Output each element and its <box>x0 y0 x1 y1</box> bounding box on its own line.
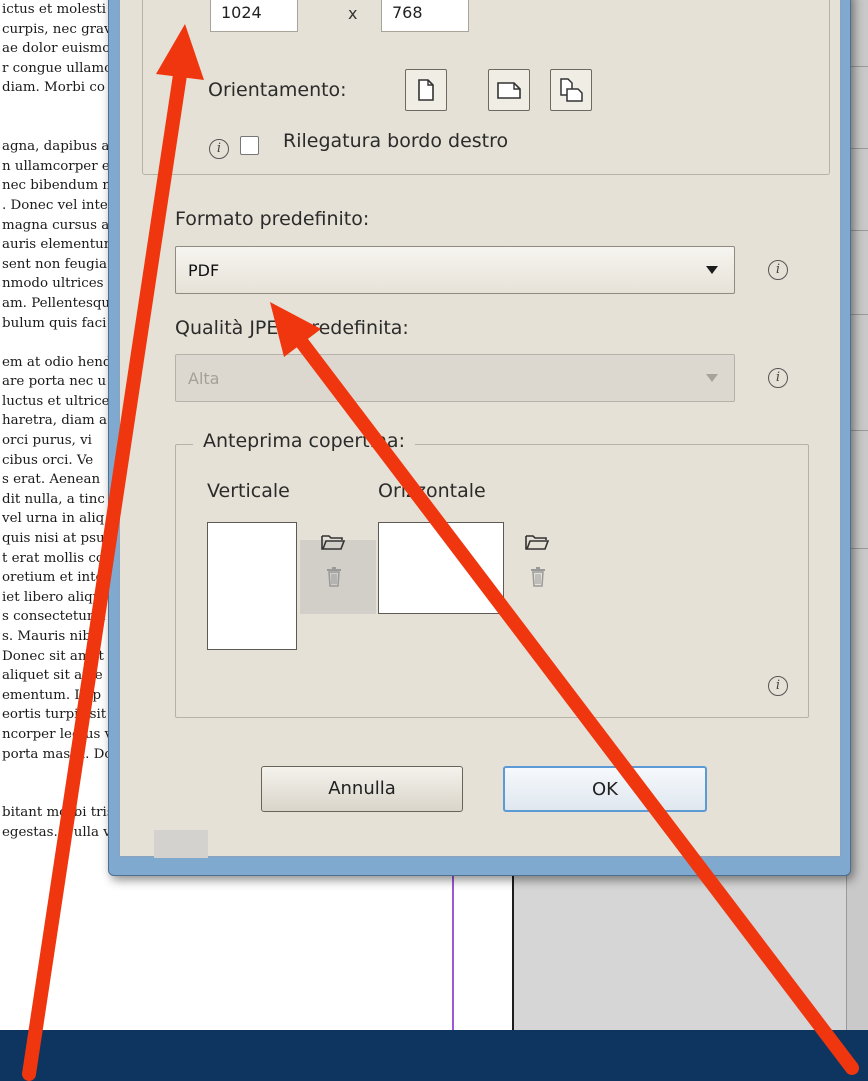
ok-button[interactable]: OK <box>503 766 707 812</box>
right-edge-binding-label: Rilegatura bordo destro <box>283 130 509 152</box>
portrait-page-icon <box>418 79 434 101</box>
landscape-orientation-button[interactable] <box>488 69 530 111</box>
cover-info-icon[interactable]: i <box>768 676 788 696</box>
dialog-body: 1024 x 768 Orientamento: i Rilegatura bo… <box>119 0 841 858</box>
jpeg-quality-label: Qualità JPEG predefinita: <box>175 317 409 339</box>
right-edge-binding-checkbox[interactable] <box>240 136 259 155</box>
default-format-select[interactable]: PDF <box>175 246 735 294</box>
binding-info-icon[interactable]: i <box>209 139 229 159</box>
folder-open-icon[interactable] <box>320 532 346 552</box>
trash-icon[interactable] <box>529 566 547 588</box>
default-format-value: PDF <box>188 261 220 280</box>
jpeg-quality-select[interactable]: Alta <box>175 354 735 402</box>
jpeg-quality-value: Alta <box>188 369 220 388</box>
format-info-icon[interactable]: i <box>768 260 788 280</box>
height-field[interactable]: 768 <box>381 0 469 32</box>
vertical-label: Verticale <box>207 480 290 502</box>
quality-info-icon[interactable]: i <box>768 368 788 388</box>
vertical-cover-thumbnail[interactable] <box>207 522 297 650</box>
width-field[interactable]: 1024 <box>210 0 298 32</box>
orientation-label: Orientamento: <box>208 79 347 101</box>
both-orientations-button[interactable] <box>550 69 592 111</box>
chevron-down-icon <box>706 374 718 382</box>
trash-icon[interactable] <box>325 566 343 588</box>
horizontal-cover-thumbnail[interactable] <box>378 522 504 614</box>
default-format-label: Formato predefinito: <box>175 208 370 230</box>
bottom-banner <box>0 1030 868 1081</box>
horizontal-label: Orizzontale <box>378 480 486 502</box>
portrait-orientation-button[interactable] <box>405 69 447 111</box>
resize-grip[interactable] <box>154 830 208 858</box>
landscape-page-icon <box>497 82 521 99</box>
dimension-separator: x <box>348 4 358 23</box>
export-settings-dialog: 1024 x 768 Orientamento: i Rilegatura bo… <box>108 0 851 876</box>
cover-preview-label: Anteprima copertina: <box>193 430 415 452</box>
cancel-button[interactable]: Annulla <box>261 766 463 812</box>
chevron-down-icon <box>706 266 718 274</box>
folder-open-icon[interactable] <box>524 532 550 552</box>
page-size-group: 1024 x 768 Orientamento: i Rilegatura bo… <box>142 0 830 175</box>
both-orientations-icon <box>560 78 583 102</box>
